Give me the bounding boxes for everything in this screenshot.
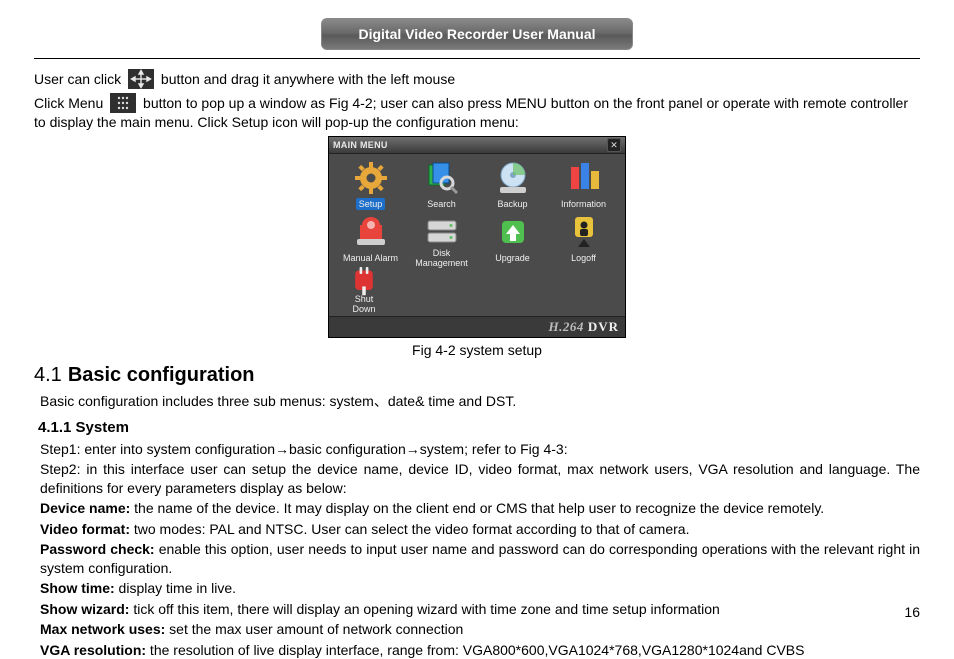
def-show-wizard: Show wizard: tick off this item, there w… xyxy=(40,600,920,618)
menu-row-1: Setup Search xyxy=(335,160,619,210)
def-show-time: Show time: display time in live. xyxy=(40,579,920,597)
main-menu-dialog: MAIN MENU ✕ Setup xyxy=(328,136,626,338)
menu-label: Manual Alarm xyxy=(340,252,401,264)
def-vga-resolution: VGA resolution: the resolution of live d… xyxy=(40,641,920,659)
subsection-number: 4.1.1 xyxy=(38,419,71,436)
text: button and drag it anywhere with the lef… xyxy=(161,71,455,87)
drag-icon xyxy=(128,69,154,89)
menu-label: Shut Down xyxy=(339,298,389,310)
gear-icon xyxy=(352,160,390,196)
dialog-titlebar: MAIN MENU ✕ xyxy=(329,137,625,154)
dialog-footer: H.264 DVR xyxy=(329,316,625,337)
dialog-title: MAIN MENU xyxy=(333,140,388,150)
intro-line-1: User can click button and drag it anywhe… xyxy=(34,69,920,89)
section-heading: 4.1 Basic configuration xyxy=(34,364,920,387)
menu-item-backup[interactable]: Backup xyxy=(479,160,547,210)
menu-item-search[interactable]: Search xyxy=(408,160,476,210)
menu-row-2: Manual Alarm Disk Management xyxy=(335,214,619,264)
body-block: Step1: enter into system configuration→b… xyxy=(40,440,920,659)
menu-label: Logoff xyxy=(568,252,599,264)
page: Digital Video Recorder User Manual User … xyxy=(0,0,954,636)
figure-caption: Fig 4-2 system setup xyxy=(34,342,920,358)
power-icon xyxy=(349,268,379,296)
menu-row-3: Shut Down xyxy=(335,268,619,310)
alarm-icon xyxy=(352,214,390,250)
header-title: Digital Video Recorder User Manual xyxy=(321,18,633,50)
text: User can click xyxy=(34,71,125,87)
info-icon xyxy=(565,160,603,196)
brand-h264: H.264 xyxy=(548,319,583,335)
text: Click Menu xyxy=(34,95,107,111)
intro-line-2: Click Menu button to pop up a window as … xyxy=(34,93,920,132)
figure: MAIN MENU ✕ Setup xyxy=(34,136,920,358)
menu-label: Setup xyxy=(356,198,386,210)
menu-label: Disk Management xyxy=(408,252,476,264)
logoff-icon xyxy=(565,214,603,250)
menu-item-information[interactable]: Information xyxy=(550,160,618,210)
menu-item-setup[interactable]: Setup xyxy=(337,160,405,210)
dialog-body: Setup Search xyxy=(329,154,625,316)
brand: H.264 DVR xyxy=(548,319,619,335)
menu-label: Search xyxy=(424,198,459,210)
menu-label: Upgrade xyxy=(492,252,533,264)
subsection-heading: 4.1.1 System xyxy=(38,419,920,436)
close-icon[interactable]: ✕ xyxy=(607,138,621,152)
section-intro: Basic configuration includes three sub m… xyxy=(40,391,920,411)
step-1: Step1: enter into system configuration→b… xyxy=(40,440,920,458)
upgrade-icon xyxy=(494,214,532,250)
subsection-title: System xyxy=(76,419,129,436)
menu-label: Backup xyxy=(494,198,530,210)
brand-dvr: DVR xyxy=(588,319,619,335)
text: button to pop up a window as Fig 4-2; us… xyxy=(34,95,908,130)
step-2: Step2: in this interface user can setup … xyxy=(40,460,920,497)
def-device-name: Device name: the name of the device. It … xyxy=(40,499,920,517)
header-rule xyxy=(34,58,920,59)
section-title: Basic configuration xyxy=(68,364,255,386)
search-icon xyxy=(423,160,461,196)
page-number: 16 xyxy=(904,604,920,620)
section-number: 4.1 xyxy=(34,364,62,386)
menu-item-logoff[interactable]: Logoff xyxy=(550,214,618,264)
menu-item-disk-management[interactable]: Disk Management xyxy=(408,214,476,264)
backup-icon xyxy=(494,160,532,196)
menu-label: Information xyxy=(558,198,609,210)
menu-item-shut-down[interactable]: Shut Down xyxy=(339,268,389,310)
disk-icon xyxy=(423,214,461,250)
def-video-format: Video format: two modes: PAL and NTSC. U… xyxy=(40,520,920,538)
menu-item-upgrade[interactable]: Upgrade xyxy=(479,214,547,264)
def-password-check: Password check: enable this option, user… xyxy=(40,540,920,577)
menu-icon xyxy=(110,93,136,113)
menu-item-manual-alarm[interactable]: Manual Alarm xyxy=(337,214,405,264)
